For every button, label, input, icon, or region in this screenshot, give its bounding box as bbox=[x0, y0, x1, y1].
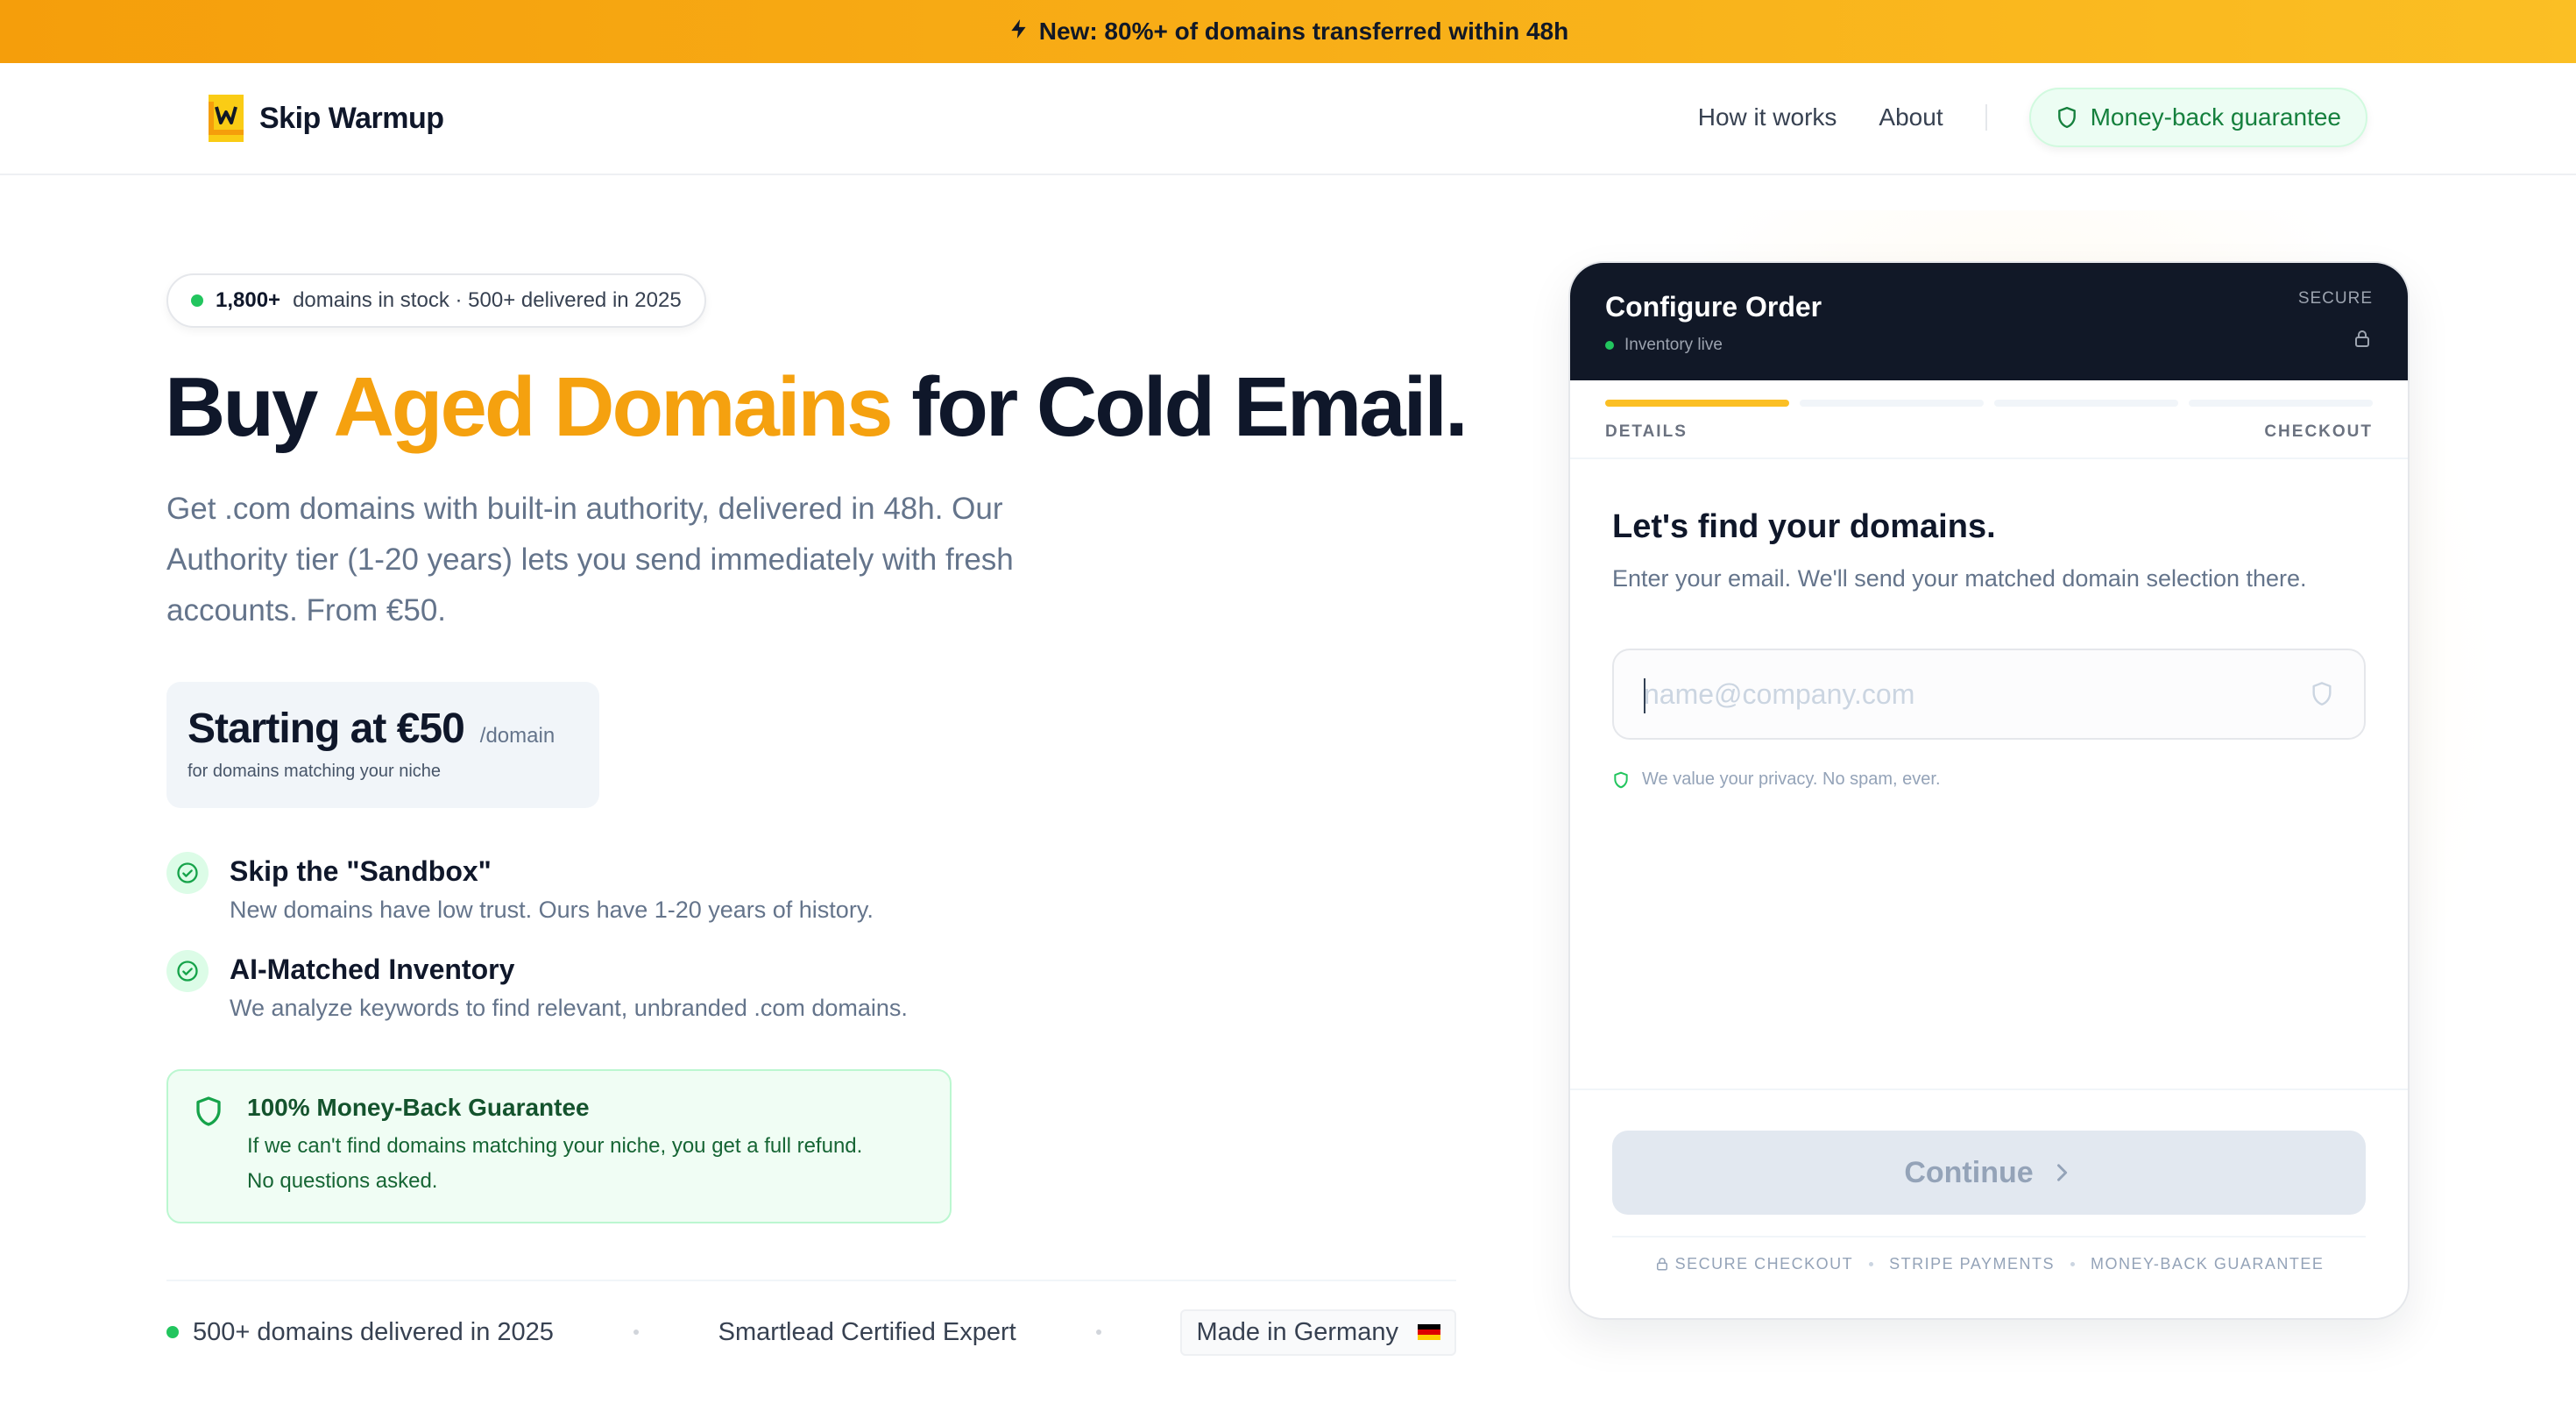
brand-logo[interactable]: Skip Warmup bbox=[209, 95, 444, 142]
separator-dot bbox=[633, 1330, 639, 1335]
check-circle-icon bbox=[166, 852, 209, 894]
privacy-note: We value your privacy. No spam, ever. bbox=[1612, 769, 2366, 790]
progress-step bbox=[1994, 400, 2178, 407]
trust-item-smartlead: Smartlead Certified Expert bbox=[718, 1317, 1016, 1346]
privacy-text: We value your privacy. No spam, ever. bbox=[1642, 769, 1941, 789]
trust-item-germany: Made in Germany bbox=[1180, 1308, 1456, 1356]
trust-label: Made in Germany bbox=[1196, 1317, 1398, 1346]
announcement-bar: New: 80%+ of domains transferred within … bbox=[0, 0, 2576, 63]
status-dot bbox=[166, 1326, 179, 1338]
live-dot bbox=[191, 294, 203, 307]
headline-pre: Buy bbox=[165, 360, 318, 454]
order-card: Configure Order Inventory live SECURE DE… bbox=[1568, 261, 2410, 1320]
brand-name: Skip Warmup bbox=[259, 101, 444, 135]
email-field-container bbox=[1612, 649, 2366, 740]
secure-label: SECURE bbox=[2297, 289, 2373, 308]
continue-label: Continue bbox=[1904, 1155, 2034, 1189]
progress-bar bbox=[1570, 380, 2408, 407]
money-back-guarantee-button[interactable]: Money-back guarantee bbox=[2028, 88, 2367, 147]
footer-badges: SECURE CHECKOUT STRIPE PAYMENTS MONEY-BA… bbox=[1612, 1255, 2366, 1273]
price-main: Starting at €50 bbox=[188, 706, 465, 752]
continue-button[interactable]: Continue bbox=[1612, 1131, 2366, 1215]
feature-title: Skip the "Sandbox" bbox=[230, 855, 492, 887]
email-field[interactable] bbox=[1644, 677, 2308, 711]
guarantee-box: 100% Money-Back Guarantee If we can't fi… bbox=[166, 1069, 952, 1223]
card-body: Let's find your domains. Enter your emai… bbox=[1570, 459, 2408, 1090]
shield-icon bbox=[2312, 682, 2332, 706]
feature-title: AI-Matched Inventory bbox=[230, 954, 515, 985]
step-label-details: DETAILS bbox=[1605, 422, 1688, 441]
shield-icon bbox=[196, 1096, 221, 1126]
progress-step bbox=[2189, 400, 2373, 407]
text-caret bbox=[1644, 678, 1645, 713]
stock-text: domains in stock · 500+ delivered in 202… bbox=[293, 288, 682, 312]
check-circle-icon bbox=[166, 950, 209, 992]
price-unit: /domain bbox=[479, 724, 556, 748]
nav-link-about[interactable]: About bbox=[1879, 103, 1943, 131]
nav-link-how-it-works[interactable]: How it works bbox=[1698, 103, 1837, 131]
shield-icon bbox=[1614, 771, 1628, 788]
card-title: Configure Order bbox=[1605, 291, 1822, 323]
lock-icon bbox=[1656, 1258, 1667, 1271]
nav-divider bbox=[1985, 104, 1987, 131]
guarantee-title: 100% Money-Back Guarantee bbox=[247, 1094, 590, 1121]
separator-dot bbox=[1095, 1330, 1101, 1335]
hero-headline: Buy Aged Domains for Cold Email. bbox=[165, 359, 1468, 456]
trust-label: 500+ domains delivered in 2025 bbox=[193, 1317, 554, 1346]
feature-desc: We analyze keywords to find relevant, un… bbox=[230, 995, 908, 1021]
card-description: Enter your email. We'll send your matche… bbox=[1612, 565, 2307, 592]
lock-icon bbox=[2355, 330, 2369, 347]
stock-count: 1,800+ bbox=[216, 288, 281, 312]
progress-step bbox=[1605, 400, 1789, 407]
stock-badge: 1,800+ domains in stock · 500+ delivered… bbox=[166, 273, 706, 328]
badge-label: SECURE CHECKOUT bbox=[1674, 1255, 1854, 1273]
guarantee-desc-line: No questions asked. bbox=[247, 1169, 438, 1193]
step-labels: DETAILS CHECKOUT bbox=[1570, 407, 2408, 459]
progress-step bbox=[1800, 400, 1984, 407]
feature-desc: New domains have low trust. Ours have 1-… bbox=[230, 897, 874, 923]
badge-money-back: MONEY-BACK GUARANTEE bbox=[2091, 1255, 2325, 1273]
guarantee-desc-line: If we can't find domains matching your n… bbox=[247, 1134, 863, 1158]
price-sub: for domains matching your niche bbox=[188, 762, 442, 781]
card-footer: Continue SECURE CHECKOUT STRIPE PAYMENTS… bbox=[1570, 1090, 2408, 1273]
inventory-status: Inventory live bbox=[1605, 336, 2373, 355]
separator-dot bbox=[1869, 1262, 1874, 1266]
headline-accent: Aged Domains bbox=[333, 360, 893, 454]
chevron-right-icon bbox=[2056, 1164, 2067, 1181]
price-box: Starting at €50 /domain for domains matc… bbox=[166, 682, 599, 808]
badge-stripe: STRIPE PAYMENTS bbox=[1889, 1255, 2055, 1273]
section-divider bbox=[166, 1280, 1456, 1281]
germany-flag-icon bbox=[1417, 1324, 1440, 1340]
live-dot bbox=[1605, 341, 1614, 350]
money-back-label: Money-back guarantee bbox=[2090, 103, 2341, 131]
badge-secure-checkout: SECURE CHECKOUT bbox=[1654, 1255, 1854, 1273]
inventory-status-label: Inventory live bbox=[1624, 336, 1723, 354]
trust-row: 500+ domains delivered in 2025 Smartlead… bbox=[166, 1308, 1456, 1357]
hero-subtext: Get .com domains with built-in authority… bbox=[166, 492, 1014, 628]
footer-divider bbox=[1612, 1236, 2366, 1237]
top-nav: Skip Warmup How it works About Money-bac… bbox=[0, 63, 2576, 175]
lightning-icon bbox=[1008, 18, 1030, 46]
feature-item: AI-Matched Inventory We analyze keywords… bbox=[166, 950, 908, 1022]
logo-icon bbox=[209, 95, 244, 142]
headline-post: for Cold Email. bbox=[911, 360, 1468, 454]
card-heading: Let's find your domains. bbox=[1612, 508, 1996, 545]
card-header: Configure Order Inventory live SECURE bbox=[1570, 263, 2408, 380]
separator-dot bbox=[2070, 1262, 2075, 1266]
feature-item: Skip the "Sandbox" New domains have low … bbox=[166, 852, 874, 924]
shield-icon bbox=[2057, 106, 2076, 129]
announcement-text: New: 80%+ of domains transferred within … bbox=[1038, 18, 1569, 45]
step-label-checkout: CHECKOUT bbox=[2264, 422, 2373, 441]
trust-item-delivered: 500+ domains delivered in 2025 bbox=[166, 1318, 554, 1347]
